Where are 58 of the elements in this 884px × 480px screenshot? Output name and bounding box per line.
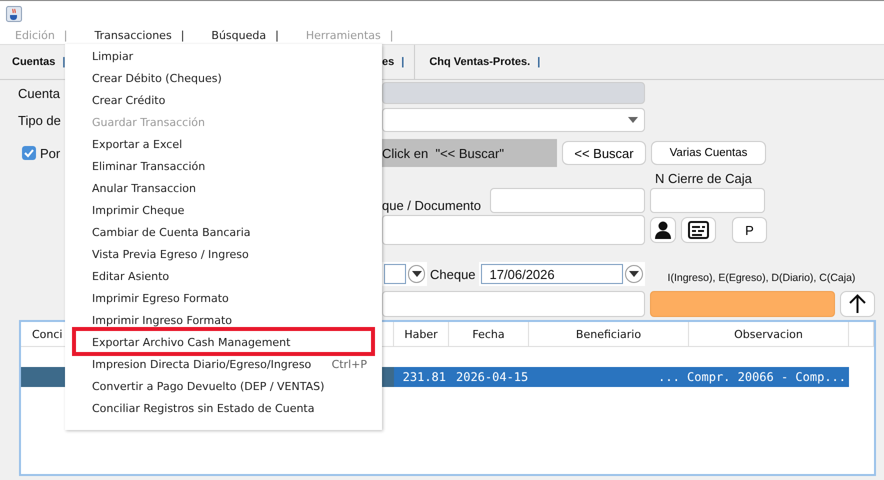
menu-item[interactable]: Impresion Directa Diario/Egreso/Ingreso [92, 358, 312, 370]
tab[interactable]: Cuentas | [0, 56, 66, 68]
menu-item[interactable]: Convertir a Pago Devuelto (DEP / VENTAS) [92, 380, 324, 392]
menu-item[interactable]: Imprimir Cheque [92, 204, 184, 216]
p-button[interactable]: P [732, 217, 767, 243]
shortcut-text: Ctrl+P [332, 358, 367, 370]
menu-item[interactable]: Exportar a Excel [92, 138, 182, 150]
person-icon[interactable] [650, 217, 676, 243]
legend-text: I(Ingreso), E(Egreso), D(Diario), C(Caja) [668, 272, 856, 286]
menu-item[interactable]: Búsqueda | [211, 28, 279, 42]
dropdown-button[interactable] [624, 265, 643, 283]
menu-item[interactable]: Crear Crédito [92, 94, 166, 106]
field-label: Cuenta [17, 86, 61, 100]
menu-item[interactable]: Crear Débito (Cheques) [92, 72, 222, 84]
date-combo[interactable] [382, 262, 427, 286]
text-field[interactable] [382, 291, 645, 317]
caret-icon [628, 271, 639, 277]
menu-item[interactable]: Imprimir Egreso Formato [92, 292, 229, 304]
menu-item[interactable]: Transacciones | [94, 28, 184, 42]
dropdown-button[interactable] [408, 265, 425, 283]
column-header[interactable]: Haber [394, 322, 449, 346]
menu-item[interactable]: Vista Previa Egreso / Ingreso [92, 248, 249, 260]
table-cell: 231.81 [394, 367, 449, 387]
cheque-date-combo[interactable]: 17/06/2026 [478, 262, 645, 286]
cash-close-field[interactable] [650, 188, 765, 213]
menu-item[interactable]: Exportar Archivo Cash Management [92, 336, 290, 348]
tab[interactable]: es | [382, 56, 404, 68]
document-field[interactable] [490, 188, 645, 213]
menu-item[interactable]: Limpiar [92, 50, 134, 62]
status-field[interactable] [650, 291, 835, 317]
menu-item[interactable]: Eliminar Transacción [92, 160, 206, 172]
menu-item[interactable]: Editar Asiento [92, 270, 170, 282]
hint-label: Click en "<< Buscar" [382, 139, 557, 167]
table-cell: ... Compr. 20066 - Comp... [529, 367, 849, 387]
text-field[interactable] [382, 215, 645, 245]
column-header[interactable]: Fecha [449, 322, 529, 346]
field-label: N Cierre de Caja [655, 170, 752, 186]
account-field[interactable] [382, 82, 645, 104]
search-button[interactable]: << Buscar [562, 141, 646, 165]
field-label: que / Documento [382, 198, 482, 213]
caret-icon [628, 117, 638, 123]
field-label: Cheque [430, 266, 476, 282]
menu-item[interactable]: Conciliar Registros sin Estado de Cuenta [92, 402, 314, 414]
id-card-icon[interactable] [681, 217, 716, 243]
column-header[interactable]: Observacion [689, 322, 849, 346]
table-cell: 2026-04-15 [449, 367, 529, 387]
multi-account-button[interactable]: Varias Cuentas [651, 141, 766, 165]
up-arrow-button[interactable] [840, 291, 875, 317]
column-header[interactable]: Beneficiario [529, 322, 689, 346]
tab[interactable]: Chq Ventas-Protes. | [415, 56, 540, 68]
caret-icon [412, 271, 422, 277]
type-dropdown[interactable] [382, 108, 645, 132]
field-label: Tipo de [17, 112, 62, 128]
menu-item[interactable]: Cambiar de Cuenta Bancaria [92, 226, 250, 238]
menu-item[interactable]: Imprimir Ingreso Formato [92, 314, 232, 326]
coffee-cup-icon [6, 6, 22, 22]
por-checkbox[interactable]: Por [0, 146, 65, 160]
menu-item[interactable]: Anular Transaccion [92, 182, 196, 194]
